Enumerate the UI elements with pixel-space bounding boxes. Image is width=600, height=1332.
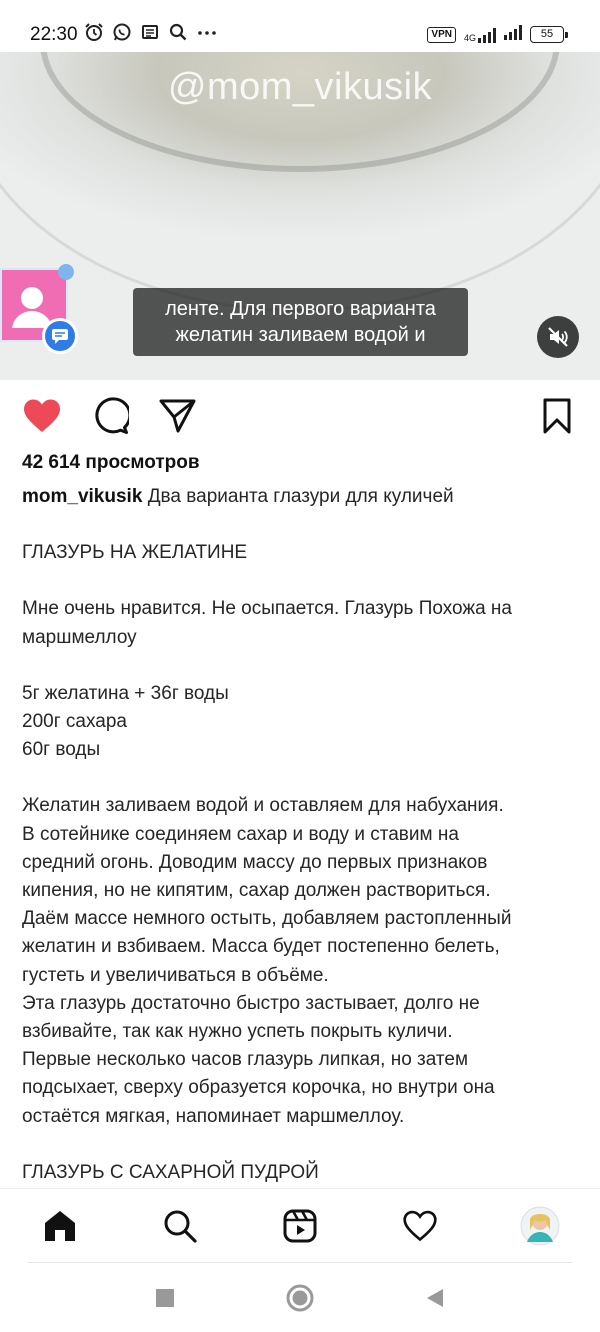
caption-line: кипения, но не кипятим, сахар должен рас… [22,880,491,902]
nav-profile[interactable] [518,1204,562,1248]
caption-line: взбивайте, так как нужно успеть покрыть … [22,1021,453,1043]
caption-first-line: mom_vikusik Два варианта глазури для кул… [22,483,587,511]
caption-line: 200г сахара [22,711,127,733]
network-type: 4G [463,32,476,43]
caption-line: В сотейнике соединяем сахар и воду и ста… [22,823,459,845]
subtitle-line-1: ленте. Для первого варианта [165,298,436,320]
view-count[interactable]: 42 614 просмотров [22,452,200,474]
caption-line [22,567,587,595]
muted-speaker-icon [548,327,568,347]
comment-icon [95,397,129,434]
video-watermark: @mom_vikusik [167,66,433,108]
video-subtitle: ленте. Для первого варианта желатин зали… [133,288,468,356]
caption-line: Желатин заливаем водой и оставляем для н… [22,795,504,817]
caption-line: ГЛАЗУРЬ НА ЖЕЛАТИНЕ [22,542,248,564]
bookmark-icon [543,398,571,434]
caption-line: ГЛАЗУРЬ С САХАРНОЙ ПУДРОЙ [22,1161,319,1183]
subtitle-line-2: желатин заливаем водой и [175,324,426,346]
search-icon [164,1210,197,1243]
status-system-icons: VPN 4G 55 [427,24,568,45]
caption-line: Мне очень нравится. Не осыпается. Глазур… [22,598,512,620]
signal-icon [504,24,522,45]
send-icon [159,399,196,433]
caption-line: подсыхает, сверху образуется корочка, но… [22,1077,495,1099]
nav-reels[interactable] [278,1204,322,1248]
home-system-button[interactable] [285,1283,315,1313]
nav-search[interactable] [158,1204,202,1248]
vpn-badge: VPN [427,26,456,43]
post-caption: mom_vikusik Два варианта глазури для кул… [22,483,587,1187]
status-time: 22:30 [30,24,78,45]
chat-icon [42,318,78,354]
bottom-navigation [0,1188,600,1262]
caption-line: средний огонь. Доводим массу до первых п… [22,851,488,873]
caption-line: Даём массе немного остыть, добавляем рас… [22,908,512,930]
profile-avatar [520,1206,560,1246]
square-icon [156,1289,174,1307]
caption-line [22,652,587,680]
caption-line: маршмеллоу [22,626,137,648]
reels-icon [283,1209,317,1243]
save-button[interactable] [535,394,579,438]
system-navigation-bar [0,1263,600,1332]
like-button[interactable] [20,394,64,438]
caption-line: желатин и взбиваем. Масса будет постепен… [22,936,500,958]
post-video[interactable]: @mom_vikusik ленте. Для первого варианта… [0,52,600,380]
heart-outline-icon [403,1210,437,1242]
caption-title: Два варианта глазури для куличей [147,486,454,507]
status-bar: 22:30 VPN 4G 55 [0,0,600,52]
recents-button[interactable] [150,1283,180,1313]
triangle-back-icon [427,1289,443,1307]
mobile-signal-icon: 4G [464,27,496,43]
caption-line: 5г желатина + 36г воды [22,682,229,704]
share-button[interactable] [156,394,200,438]
caption-line: 60г воды [22,739,101,761]
caption-line: густеть и увеличиваться в объёме. [22,964,329,986]
circle-icon [286,1284,314,1312]
message-icon [140,22,160,47]
comment-button[interactable] [88,394,132,438]
caption-line: Эта глазурь достаточно быстро застывает,… [22,992,480,1014]
alarm-icon [84,22,104,47]
status-notification-icons [84,22,218,47]
caption-line [22,1131,587,1159]
more-icon [196,22,218,47]
caption-line [22,764,587,792]
floating-chat-bubble[interactable] [0,264,78,354]
search-status-icon [168,22,188,47]
battery-icon: 55 [530,26,568,43]
caption-username[interactable]: mom_vikusik [22,486,142,507]
caption-line: остаётся мягкая, напоминает маршмеллоу. [22,1105,405,1127]
mute-button[interactable] [537,316,579,358]
caption-line: Первые несколько часов глазурь липкая, н… [22,1049,469,1071]
nav-activity[interactable] [398,1204,442,1248]
caption-line [22,511,587,539]
home-icon [45,1211,75,1241]
back-button[interactable] [420,1283,450,1313]
heart-filled-icon [24,399,60,432]
nav-home[interactable] [38,1204,82,1248]
post-actions [0,380,600,450]
whatsapp-icon [112,22,132,47]
caption-body: ГЛАЗУРЬ НА ЖЕЛАТИНЕ Мне очень нравится. Н… [22,511,587,1187]
